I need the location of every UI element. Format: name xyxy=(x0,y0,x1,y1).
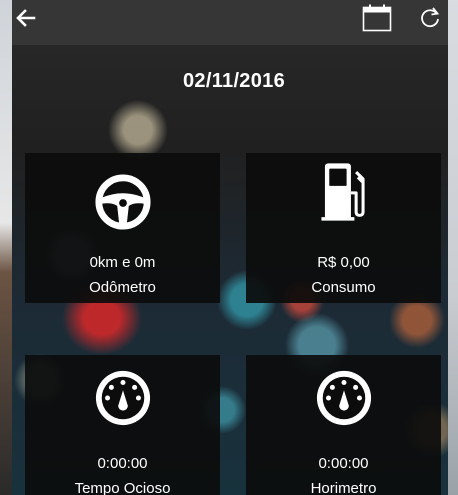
hour-meter-value: 0:00:00 xyxy=(318,455,369,472)
calendar-icon[interactable] xyxy=(362,4,392,32)
odometer-label: Odômetro xyxy=(89,279,156,296)
app-screen: 02/11/2016 0km e 0m Odômetro R$ 0,00 Con… xyxy=(12,0,448,495)
back-arrow-icon[interactable] xyxy=(14,6,38,30)
odometer-value: 0km e 0m xyxy=(89,254,156,271)
gauge-icon xyxy=(95,370,150,426)
date-title: 02/11/2016 xyxy=(183,70,285,92)
hour-meter-card[interactable]: 0:00:00 Horimetro xyxy=(246,355,441,495)
consumption-card[interactable]: R$ 0,00 Consumo xyxy=(246,153,441,303)
background-strip-left xyxy=(0,0,12,495)
top-bar xyxy=(12,0,448,45)
consumption-label: Consumo xyxy=(311,279,376,296)
idle-time-value: 0:00:00 xyxy=(97,455,148,472)
idle-time-label: Tempo Ocioso xyxy=(74,480,171,495)
background-strip-right xyxy=(448,0,458,495)
steering-wheel-icon xyxy=(94,174,151,230)
gauge-icon xyxy=(316,370,371,426)
odometer-card[interactable]: 0km e 0m Odômetro xyxy=(25,153,220,303)
hour-meter-label: Horimetro xyxy=(310,480,377,495)
refresh-icon[interactable] xyxy=(418,5,442,29)
consumption-value: R$ 0,00 xyxy=(317,254,370,271)
idle-time-card[interactable]: 0:00:00 Tempo Ocioso xyxy=(25,355,220,495)
fuel-pump-icon xyxy=(320,163,365,221)
